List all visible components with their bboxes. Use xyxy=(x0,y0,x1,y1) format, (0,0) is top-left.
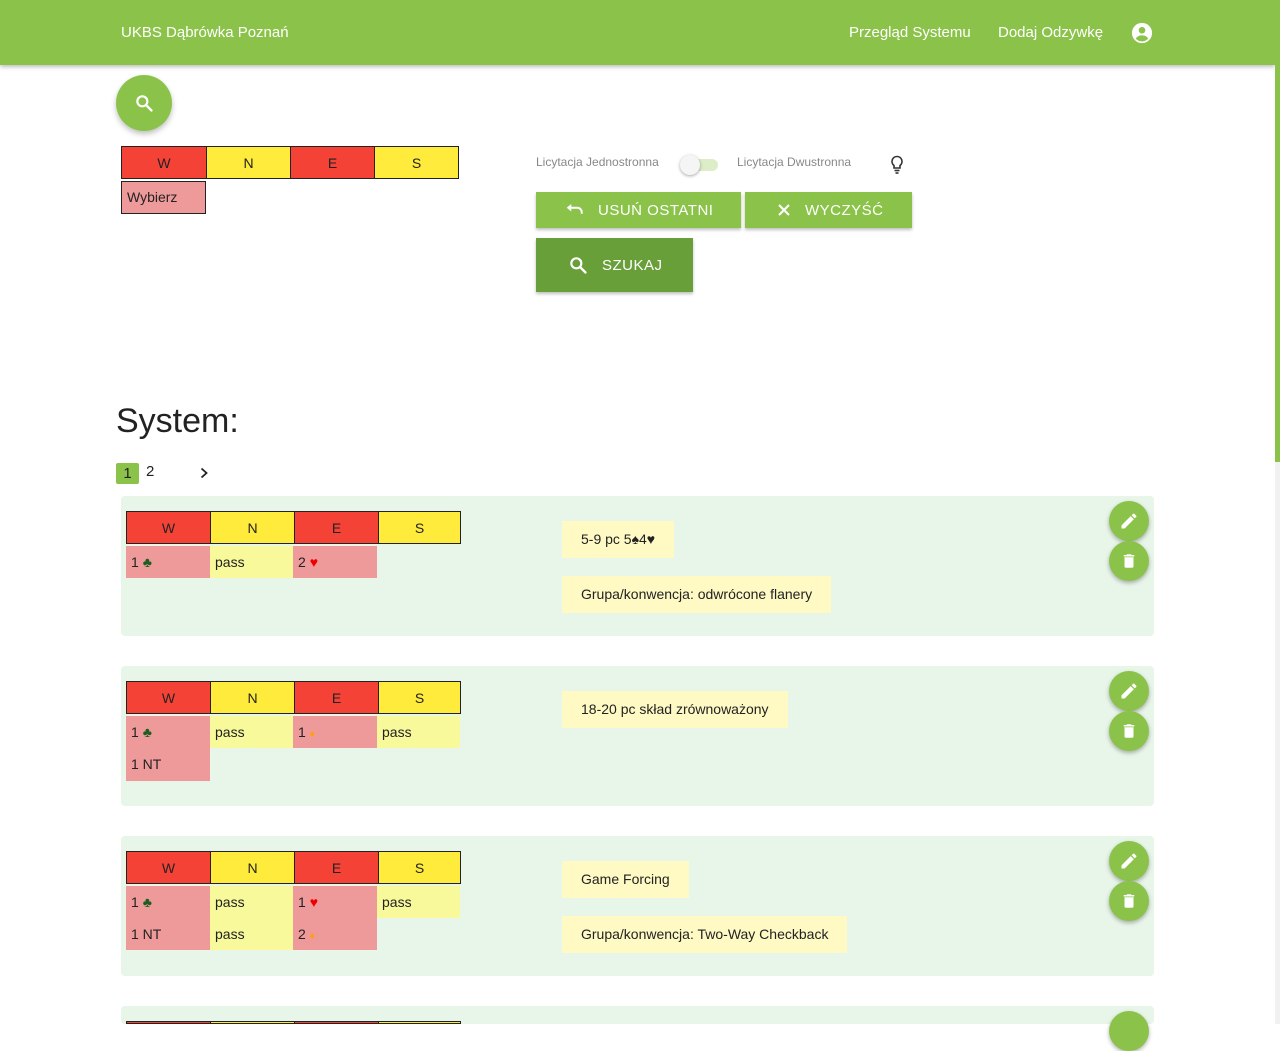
bidding-header: W N E S xyxy=(121,146,459,179)
trash-icon xyxy=(1123,894,1135,908)
seat-w: W xyxy=(126,511,211,544)
undo-last-label: USUŃ OSTATNI xyxy=(598,201,714,219)
seat-w: W xyxy=(121,146,207,179)
mode-toggle-knob[interactable] xyxy=(680,155,700,175)
nav-dodaj-odzywke[interactable]: Dodaj Odzywkę xyxy=(998,24,1103,41)
bid-cell: pass xyxy=(210,716,293,748)
bid-note: Grupa/konwencja: odwrócone flanery xyxy=(562,576,832,613)
pencil-icon xyxy=(1121,853,1137,869)
toggle-label-one-sided: Licytacja Jednostronna xyxy=(536,155,659,169)
search-icon xyxy=(570,257,587,274)
seat-e: E xyxy=(290,146,375,179)
page-1[interactable]: 1 xyxy=(116,463,139,484)
seat-s: S xyxy=(378,681,461,714)
undo-icon xyxy=(566,204,583,214)
bid-cell: 1 ♣ xyxy=(126,886,210,918)
trash-icon xyxy=(1123,554,1135,568)
select-bid-button[interactable]: Wybierz xyxy=(121,181,206,214)
clear-button[interactable]: WYCZYŚĆ xyxy=(745,192,912,228)
bid-cell: 1 ♥ xyxy=(293,886,377,918)
seat-e: E xyxy=(294,851,379,884)
card-bidding-header: W N E S xyxy=(126,511,461,544)
edit-button[interactable] xyxy=(1109,841,1149,881)
seat-s: S xyxy=(378,511,461,544)
seat-s: S xyxy=(374,146,459,179)
bid-cell: 1 NT xyxy=(126,918,210,950)
system-title: System: xyxy=(116,402,239,440)
account-circle-icon[interactable] xyxy=(1131,22,1153,44)
bid-cell: pass xyxy=(210,886,293,918)
bid-cell: 1 ♣ xyxy=(126,546,210,578)
edit-button[interactable] xyxy=(1109,1011,1149,1051)
scrollbar-thumb[interactable] xyxy=(1275,0,1280,462)
bid-cell: pass xyxy=(377,886,460,918)
seat-n: N xyxy=(206,146,291,179)
search-icon xyxy=(136,95,153,112)
bid-note: Grupa/konwencja: Two-Way Checkback xyxy=(562,916,848,953)
delete-button[interactable] xyxy=(1109,881,1149,921)
seat-e: E xyxy=(294,511,379,544)
toggle-label-two-sided: Licytacja Dwustronna xyxy=(737,155,852,169)
card-bidding-header: W N E S xyxy=(126,851,461,884)
chevron-right-icon[interactable] xyxy=(199,467,209,479)
close-icon xyxy=(778,204,790,216)
trash-icon xyxy=(1123,724,1135,738)
bid-cell: 1 NT xyxy=(126,748,210,781)
card-bidding-header: W N E S xyxy=(126,681,461,714)
seat-n: N xyxy=(210,851,295,884)
bid-cell: pass xyxy=(377,716,460,748)
seat-e: E xyxy=(294,681,379,714)
seat-n: N xyxy=(210,681,295,714)
seat-n: N xyxy=(210,511,295,544)
edit-button[interactable] xyxy=(1109,671,1149,711)
bid-note: Game Forcing xyxy=(562,861,689,898)
bid-cell: 1 ♣ xyxy=(126,716,210,748)
seat-w: W xyxy=(126,851,211,884)
bid-cell: pass xyxy=(210,918,293,950)
nav-przeglad-systemu[interactable]: Przegląd Systemu xyxy=(849,24,971,41)
bid-cell: 2 ♥ xyxy=(293,546,377,578)
pencil-icon xyxy=(1121,513,1137,529)
app-title[interactable]: UKBS Dąbrówka Poznań xyxy=(121,24,289,41)
pencil-icon xyxy=(1121,683,1137,699)
bid-cell: 2 ♦ xyxy=(293,918,377,950)
delete-button[interactable] xyxy=(1109,711,1149,751)
edit-button[interactable] xyxy=(1109,501,1149,541)
seat-s: S xyxy=(378,851,461,884)
search-button[interactable]: SZUKAJ xyxy=(536,238,693,292)
seat-w: W xyxy=(126,681,211,714)
search-label: SZUKAJ xyxy=(602,256,663,274)
undo-last-button[interactable]: USUŃ OSTATNI xyxy=(536,192,741,228)
page-2[interactable]: 2 xyxy=(146,463,154,480)
scrollbar[interactable] xyxy=(1275,0,1280,1024)
bid-note: 5-9 pc 5♠4♥ xyxy=(562,521,675,558)
search-fab[interactable] xyxy=(116,75,172,131)
app-bar: UKBS Dąbrówka Poznań Przegląd Systemu Do… xyxy=(0,0,1275,65)
clear-label: WYCZYŚĆ xyxy=(805,201,884,219)
bid-cell: 1 ♦ xyxy=(293,716,377,748)
bid-cell: pass xyxy=(210,546,293,578)
bid-note: 18-20 pc skład zrównoważony xyxy=(562,691,788,728)
lightbulb-icon[interactable] xyxy=(890,155,904,175)
delete-button[interactable] xyxy=(1109,541,1149,581)
